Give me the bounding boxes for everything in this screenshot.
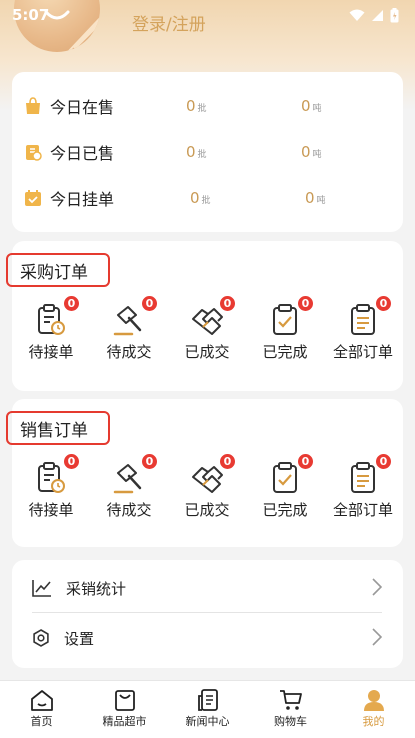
shopping-bag-icon bbox=[26, 97, 40, 114]
order-status-label: 待成交 bbox=[106, 343, 152, 361]
status-icons bbox=[349, 7, 399, 23]
clipboard-check-icon bbox=[273, 462, 297, 493]
order-status-label: 已成交 bbox=[184, 501, 230, 519]
weight-value: 0吨 bbox=[301, 97, 322, 115]
tab-label: 首页 bbox=[30, 715, 53, 728]
clipboard-clock-icon bbox=[38, 462, 65, 493]
purchase-orders-title: 采购订单 bbox=[6, 253, 110, 287]
wifi-icon bbox=[349, 9, 365, 21]
gear-icon bbox=[33, 629, 49, 647]
purchase-orders-card: 采购订单 0 待接单 0 待成交 0 已成交 0 已完成 0 全部订单 bbox=[6, 241, 403, 391]
order-status-label: 已完成 bbox=[262, 343, 308, 361]
order-status-label: 已完成 bbox=[262, 501, 308, 519]
sales-order-deal-done[interactable]: 0 已成交 bbox=[168, 453, 246, 520]
news-icon bbox=[197, 689, 218, 711]
tab-label: 新闻中心 bbox=[185, 715, 230, 728]
today-label: 今日在售 bbox=[50, 98, 115, 117]
order-list-icon bbox=[351, 462, 375, 493]
tab-mine[interactable]: 我的 bbox=[332, 681, 415, 738]
menu-item-label: 设置 bbox=[64, 629, 95, 648]
count-badge: 0 bbox=[297, 453, 314, 470]
weight-value: 0吨 bbox=[301, 143, 322, 161]
order-status-label: 全部订单 bbox=[332, 343, 393, 361]
count-badge: 0 bbox=[141, 453, 158, 470]
tab-cart[interactable]: 购物车 bbox=[249, 681, 332, 738]
sales-order-all[interactable]: 0 全部订单 bbox=[324, 453, 402, 520]
count-badge: 0 bbox=[141, 295, 158, 312]
purchase-order-status-row: 0 待接单 0 待成交 0 已成交 0 已完成 0 全部订单 bbox=[12, 295, 403, 362]
count-badge: 0 bbox=[63, 295, 80, 312]
sales-order-pending-deal[interactable]: 0 待成交 bbox=[90, 453, 168, 520]
purchase-order-pending-deal[interactable]: 0 待成交 bbox=[90, 295, 168, 362]
sales-order-completed[interactable]: 0 已完成 bbox=[246, 453, 324, 520]
tab-news[interactable]: 新闻中心 bbox=[166, 681, 249, 738]
order-list-icon bbox=[351, 304, 375, 335]
weight-value: 0吨 bbox=[305, 189, 326, 207]
order-status-label: 待接单 bbox=[28, 343, 74, 361]
menu-item-stats[interactable]: 采销统计 bbox=[32, 564, 382, 612]
handshake-icon bbox=[192, 308, 223, 335]
today-stats-card: 今日在售 0批 0吨 今日已售 0批 0吨 今日挂单 0批 0吨 bbox=[12, 72, 403, 232]
cart-icon bbox=[279, 690, 302, 710]
count-badge: 0 bbox=[297, 295, 314, 312]
sales-order-status-row: 0 待接单 0 待成交 0 已成交 0 已完成 0 全部订单 bbox=[12, 453, 403, 520]
purchase-order-all[interactable]: 0 全部订单 bbox=[324, 295, 402, 362]
clipboard-check-icon bbox=[273, 304, 297, 335]
purchase-order-completed[interactable]: 0 已完成 bbox=[246, 295, 324, 362]
today-label: 今日挂单 bbox=[50, 190, 115, 209]
calendar-check-icon bbox=[25, 190, 41, 206]
sold-receipt-icon bbox=[26, 145, 42, 161]
status-bar: 5:07 bbox=[0, 0, 415, 30]
signal-icon bbox=[372, 9, 383, 21]
count-badge: 0 bbox=[375, 453, 392, 470]
count-badge: 0 bbox=[375, 295, 392, 312]
order-status-label: 待接单 bbox=[28, 501, 74, 519]
user-icon bbox=[363, 690, 384, 711]
shopping-bag-outline-icon bbox=[114, 690, 135, 711]
chevron-right-icon bbox=[372, 578, 382, 596]
order-status-label: 待成交 bbox=[106, 501, 152, 519]
tab-label: 我的 bbox=[362, 715, 385, 728]
gavel-icon bbox=[113, 464, 142, 494]
menu-item-label: 采销统计 bbox=[66, 579, 127, 598]
count-badge: 0 bbox=[219, 295, 236, 312]
home-icon bbox=[30, 690, 53, 711]
menu-item-settings[interactable]: 设置 bbox=[32, 614, 382, 662]
count-value: 0批 bbox=[190, 189, 211, 207]
today-row-on-sale: 今日在售 0批 0吨 bbox=[24, 94, 394, 118]
sales-orders-card: 销售订单 0 待接单 0 待成交 0 已成交 0 已完成 0 全部订单 bbox=[6, 399, 403, 547]
handshake-icon bbox=[192, 466, 223, 493]
tab-label: 购物车 bbox=[274, 715, 307, 728]
today-row-pending: 今日挂单 0批 0吨 bbox=[24, 186, 394, 210]
count-badge: 0 bbox=[219, 453, 236, 470]
menu-divider bbox=[32, 612, 382, 613]
today-label: 今日已售 bbox=[50, 144, 115, 163]
tab-market[interactable]: 精品超市 bbox=[83, 681, 166, 738]
count-badge: 0 bbox=[63, 453, 80, 470]
settings-menu-card: 采销统计 设置 bbox=[12, 560, 403, 668]
order-status-label: 已成交 bbox=[184, 343, 230, 361]
line-chart-icon bbox=[32, 580, 51, 597]
count-value: 0批 bbox=[186, 143, 207, 161]
bottom-tab-bar: 首页 精品超市 新闻中心 购物车 我的 bbox=[0, 680, 415, 738]
sales-orders-title: 销售订单 bbox=[6, 411, 110, 445]
tab-home[interactable]: 首页 bbox=[0, 681, 83, 738]
tab-label: 精品超市 bbox=[102, 715, 147, 728]
status-time: 5:07 bbox=[12, 6, 50, 24]
battery-icon bbox=[390, 7, 399, 22]
count-value: 0批 bbox=[186, 97, 207, 115]
today-row-sold: 今日已售 0批 0吨 bbox=[24, 140, 394, 164]
gavel-icon bbox=[113, 306, 142, 336]
clipboard-clock-icon bbox=[38, 304, 65, 335]
purchase-order-pending-accept[interactable]: 0 待接单 bbox=[12, 295, 90, 362]
order-status-label: 全部订单 bbox=[332, 501, 393, 519]
sales-order-pending-accept[interactable]: 0 待接单 bbox=[12, 453, 90, 520]
chevron-right-icon bbox=[372, 628, 382, 646]
purchase-order-deal-done[interactable]: 0 已成交 bbox=[168, 295, 246, 362]
